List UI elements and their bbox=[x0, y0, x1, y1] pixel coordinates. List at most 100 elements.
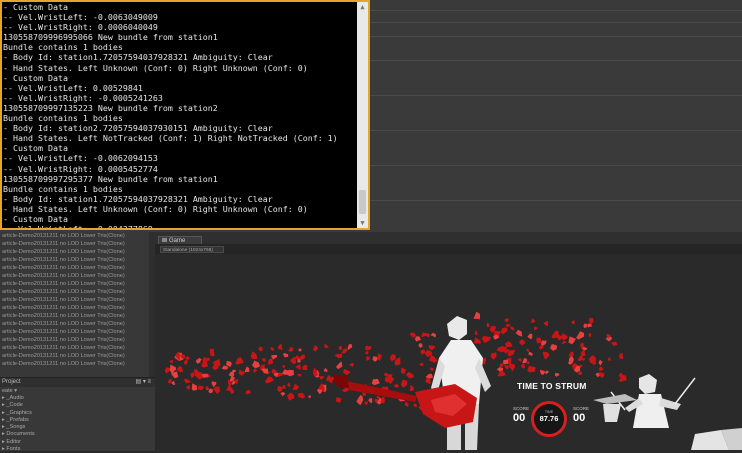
hierarchy-item[interactable]: article-Demo20131211 no LOD Lower Tris(C… bbox=[0, 256, 155, 264]
particle bbox=[481, 335, 492, 344]
particle bbox=[238, 369, 245, 376]
hierarchy-item[interactable]: article-Demo20131211 no LOD Lower Tris(C… bbox=[0, 360, 155, 368]
scrollbar-thumb[interactable] bbox=[359, 190, 366, 214]
game-view[interactable]: TIME TO STRUM SCORE 00 SCORE 00 TIME 87.… bbox=[155, 254, 742, 450]
particle bbox=[198, 385, 205, 391]
particle bbox=[598, 359, 603, 366]
hierarchy-item[interactable]: article-Demo20131211 no LOD Lower Tris(C… bbox=[0, 232, 155, 240]
particle bbox=[205, 386, 209, 390]
particle bbox=[283, 353, 289, 358]
hierarchy-item[interactable]: article-Demo20131211 no LOD Lower Tris(C… bbox=[0, 336, 155, 344]
hierarchy-item[interactable]: article-Demo20131211 no LOD Lower Tris(C… bbox=[0, 328, 155, 336]
particle bbox=[258, 346, 263, 352]
particle bbox=[497, 370, 506, 377]
project-folder[interactable]: ▸ _Songs bbox=[0, 424, 155, 431]
particle bbox=[429, 354, 438, 363]
particle bbox=[607, 357, 611, 361]
create-button[interactable]: eate ▾ bbox=[0, 387, 155, 395]
console-scrollbar[interactable]: ▲ ▼ bbox=[357, 2, 368, 228]
particle bbox=[419, 362, 424, 367]
particle bbox=[190, 372, 195, 379]
project-header: Project ▤ ▾ ≡ bbox=[0, 378, 155, 387]
console-line: -- Vel.WristLeft: 0.00529841 bbox=[3, 82, 143, 93]
particle bbox=[185, 356, 191, 360]
particle bbox=[250, 351, 258, 360]
particle bbox=[364, 401, 368, 406]
particle bbox=[184, 359, 188, 365]
particle bbox=[313, 367, 316, 372]
particle bbox=[517, 358, 522, 362]
project-folder[interactable]: ▸ _Graphics bbox=[0, 410, 155, 417]
particle bbox=[508, 362, 516, 372]
particle bbox=[504, 318, 509, 323]
hierarchy-item[interactable]: article-Demo20131211 no LOD Lower Tris(C… bbox=[0, 288, 155, 296]
console-line: - Custom Data bbox=[3, 72, 68, 83]
hierarchy-item[interactable]: article-Demo20131211 no LOD Lower Tris(C… bbox=[0, 352, 155, 360]
particle bbox=[287, 382, 291, 387]
particle bbox=[289, 356, 296, 365]
console-line: -- Vel.WristRight: 0.0006040049 bbox=[3, 22, 158, 33]
hierarchy-item[interactable]: article-Demo20131211 no LOD Lower Tris(C… bbox=[0, 272, 155, 280]
particle bbox=[287, 392, 295, 401]
console-line: - Hand States. Left NotTracked (Conf: 1)… bbox=[3, 133, 338, 144]
particle bbox=[582, 347, 587, 351]
particle bbox=[176, 365, 184, 373]
particle bbox=[611, 341, 618, 346]
hierarchy-item[interactable]: article-Demo20131211 no LOD Lower Tris(C… bbox=[0, 320, 155, 328]
hierarchy-item[interactable]: article-Demo20131211 no LOD Lower Tris(C… bbox=[0, 264, 155, 272]
game-icon bbox=[162, 238, 167, 243]
particle bbox=[368, 398, 373, 404]
console-window[interactable]: - Custom Data -- Vel.WristLeft: -0.006304… bbox=[0, 0, 370, 230]
hierarchy-item[interactable]: article-Demo20131211 no LOD Lower Tris(C… bbox=[0, 296, 155, 304]
particle bbox=[571, 320, 575, 324]
particle bbox=[474, 330, 478, 336]
project-folder[interactable]: ▸ Editor bbox=[0, 439, 155, 446]
particle bbox=[377, 353, 383, 361]
project-folder[interactable]: ▸ _Code bbox=[0, 402, 155, 409]
particle bbox=[490, 352, 497, 360]
scroll-down-icon[interactable]: ▼ bbox=[357, 218, 368, 228]
hierarchy-panel: article-Demo20131211 no LOD Lower Tris(C… bbox=[0, 232, 155, 377]
console-line: Bundle contains 1 bodies bbox=[3, 42, 123, 53]
console-line: 130558709996995066 New bundle from stati… bbox=[3, 32, 218, 43]
project-folder[interactable]: ▸ _Prefabs bbox=[0, 417, 155, 424]
particle bbox=[371, 378, 380, 386]
particle bbox=[341, 348, 348, 354]
folder-label: _Prefabs bbox=[6, 416, 29, 423]
hierarchy-item[interactable]: article-Demo20131211 no LOD Lower Tris(C… bbox=[0, 304, 155, 312]
particle bbox=[405, 371, 414, 379]
folder-label: Fonts bbox=[6, 446, 21, 453]
hierarchy-item[interactable]: article-Demo20131211 no LOD Lower Tris(C… bbox=[0, 280, 155, 288]
particle bbox=[312, 345, 319, 352]
project-folder[interactable]: ▸ Documents bbox=[0, 431, 155, 438]
console-line: -- Vel.WristLeft: -0.004277869 bbox=[3, 224, 153, 230]
particle bbox=[486, 322, 490, 328]
particle bbox=[226, 361, 232, 367]
hierarchy-item[interactable]: article-Demo20131211 no LOD Lower Tris(C… bbox=[0, 240, 155, 248]
particle bbox=[171, 381, 176, 385]
console-line: -- Vel.WristLeft: -0.0063049009 bbox=[3, 12, 158, 23]
right-score-label: SCORE bbox=[573, 406, 590, 411]
particle bbox=[366, 356, 370, 361]
particle bbox=[540, 369, 545, 375]
project-panel: Project ▤ ▾ ≡ eate ▾ ▸ _Audio ▸ _Code ▸ _G… bbox=[0, 377, 155, 453]
folder-label: _Audio bbox=[6, 395, 24, 401]
project-controls-icon[interactable]: ▤ ▾ ≡ bbox=[135, 378, 151, 387]
particle bbox=[201, 360, 208, 368]
aspect-dropdown[interactable]: Standalone (1024x768) bbox=[160, 246, 224, 253]
particle bbox=[277, 385, 283, 393]
particle bbox=[520, 363, 526, 369]
particle bbox=[193, 372, 204, 380]
project-title[interactable]: Project bbox=[2, 379, 21, 385]
particle bbox=[356, 397, 363, 406]
particle bbox=[542, 351, 550, 360]
particle bbox=[252, 360, 261, 369]
particle bbox=[253, 368, 258, 373]
particle bbox=[561, 340, 566, 345]
scroll-up-icon[interactable]: ▲ bbox=[357, 2, 368, 12]
hierarchy-item[interactable]: article-Demo20131211 no LOD Lower Tris(C… bbox=[0, 248, 155, 256]
particle bbox=[323, 368, 328, 373]
hierarchy-item[interactable]: article-Demo20131211 no LOD Lower Tris(C… bbox=[0, 312, 155, 320]
hierarchy-item[interactable]: article-Demo20131211 no LOD Lower Tris(C… bbox=[0, 344, 155, 352]
project-folder[interactable]: ▸ _Audio bbox=[0, 395, 155, 402]
